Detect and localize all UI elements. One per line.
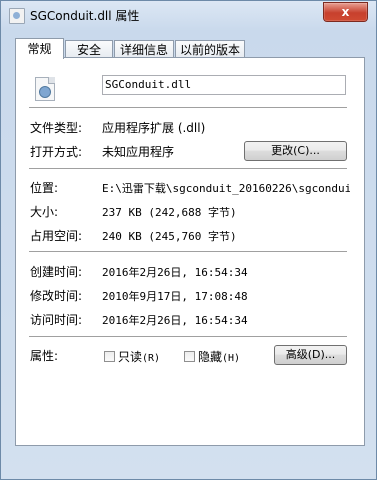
properties-window: SGConduit.dll 属性 x 常规 安全 详细信息 以前的版本 SGCo… xyxy=(0,0,377,480)
tab-strip: 常规 安全 详细信息 以前的版本 xyxy=(15,38,365,59)
change-button[interactable]: 更改(C)... xyxy=(244,141,347,161)
file-type-label: 文件类型: xyxy=(30,121,83,135)
readonly-accelerator: (R) xyxy=(142,353,161,364)
tab-details[interactable]: 详细信息 xyxy=(114,40,174,58)
tab-general[interactable]: 常规 xyxy=(15,38,64,59)
tab-previous-versions[interactable]: 以前的版本 xyxy=(175,40,245,58)
location-label: 位置: xyxy=(30,181,59,195)
advanced-button[interactable]: 高级(D)... xyxy=(274,345,347,365)
divider xyxy=(29,251,347,253)
hidden-accelerator: (H) xyxy=(222,353,241,364)
tab-label: 详细信息 xyxy=(119,43,168,57)
hidden-checkbox[interactable] xyxy=(184,351,195,362)
dll-file-icon xyxy=(35,77,55,101)
attributes-label: 属性: xyxy=(30,349,59,363)
hidden-label[interactable]: 隐藏(H) xyxy=(198,348,240,365)
opens-with-label: 打开方式: xyxy=(30,145,83,159)
close-button[interactable]: x xyxy=(323,2,368,22)
accessed-value: 2016年2月26日, 16:54:34 xyxy=(102,314,248,327)
divider xyxy=(29,107,347,109)
hidden-text: 隐藏 xyxy=(198,350,223,364)
size-on-disk-label: 占用空间: xyxy=(30,229,83,243)
window-title: SGConduit.dll 属性 xyxy=(30,9,140,23)
file-icon xyxy=(9,8,25,24)
tab-label: 常规 xyxy=(27,42,52,56)
created-value: 2016年2月26日, 16:54:34 xyxy=(102,266,248,279)
size-on-disk-value: 240 KB (245,760 字节) xyxy=(102,230,237,243)
modified-label: 修改时间: xyxy=(30,289,83,303)
readonly-text: 只读 xyxy=(118,350,143,364)
size-value: 237 KB (242,688 字节) xyxy=(102,206,237,219)
tab-security[interactable]: 安全 xyxy=(65,40,113,58)
size-label: 大小: xyxy=(30,205,59,219)
file-name-field[interactable]: SGConduit.dll xyxy=(102,75,346,95)
created-label: 创建时间: xyxy=(30,265,83,279)
file-type-value: 应用程序扩展 (.dll) xyxy=(102,121,206,135)
accessed-label: 访问时间: xyxy=(30,313,83,327)
tab-label: 以前的版本 xyxy=(179,43,240,57)
readonly-label[interactable]: 只读(R) xyxy=(118,348,160,365)
close-icon: x xyxy=(341,5,350,19)
opens-with-value: 未知应用程序 xyxy=(102,145,175,159)
divider xyxy=(29,168,347,170)
location-value: E:\迅雷下载\sgconduit_20160226\sgconduit_ xyxy=(102,182,350,195)
readonly-checkbox[interactable] xyxy=(104,351,115,362)
divider xyxy=(29,336,347,338)
modified-value: 2010年9月17日, 17:08:48 xyxy=(102,290,248,303)
title-bar[interactable]: SGConduit.dll 属性 x xyxy=(1,1,376,29)
tab-label: 安全 xyxy=(76,43,101,57)
